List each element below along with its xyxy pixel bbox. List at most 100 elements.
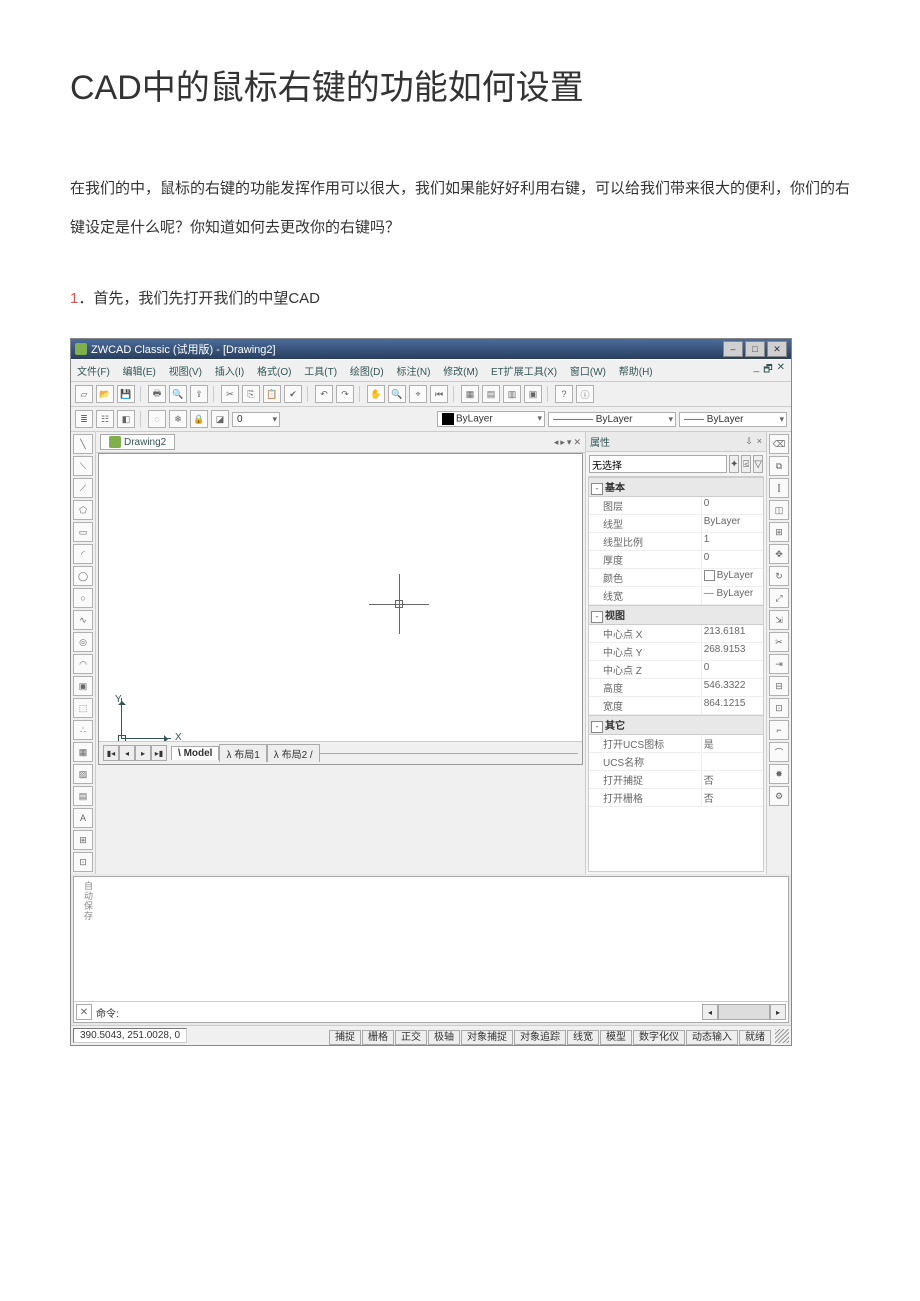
mirror-icon[interactable]: ⫿ <box>769 478 789 498</box>
props-icon[interactable]: ⚙ <box>769 786 789 806</box>
polyline-icon[interactable]: ⟋ <box>73 478 93 498</box>
property-value[interactable]: 0 <box>702 551 763 569</box>
property-value[interactable]: 268.9153 <box>702 643 763 661</box>
property-row[interactable]: 中心点 Z0 <box>589 661 763 679</box>
grid-icon[interactable]: ⊡ <box>73 852 93 872</box>
match-icon[interactable]: ✔ <box>284 385 302 403</box>
explode-icon[interactable]: ✸ <box>769 764 789 784</box>
redo-icon[interactable]: ↷ <box>336 385 354 403</box>
property-row[interactable]: 中心点 X213.6181 <box>589 625 763 643</box>
property-value[interactable]: — ByLayer <box>702 587 763 605</box>
tab-prev-icon[interactable]: ◂ <box>554 437 559 448</box>
menu-dimension[interactable]: 标注(N) <box>397 367 431 378</box>
tab-menu-icon[interactable]: ▾ <box>567 437 572 448</box>
menu-format[interactable]: 格式(O) <box>257 367 291 378</box>
menu-window[interactable]: 窗口(W) <box>570 367 606 378</box>
property-value[interactable] <box>702 753 763 771</box>
paste-icon[interactable]: 📋 <box>263 385 281 403</box>
property-row[interactable]: 中心点 Y268.9153 <box>589 643 763 661</box>
join-icon[interactable]: ⊡ <box>769 698 789 718</box>
menu-view[interactable]: 视图(V) <box>169 367 202 378</box>
publish-icon[interactable]: ⇪ <box>190 385 208 403</box>
status-toggle[interactable]: 对象追踪 <box>514 1030 566 1045</box>
layout-prev-icon[interactable]: ◂ <box>119 745 135 761</box>
command-close-icon[interactable]: ✕ <box>76 1004 92 1020</box>
hatch-icon[interactable]: ▦ <box>73 742 93 762</box>
preview-icon[interactable]: 🔍 <box>169 385 187 403</box>
block-icon[interactable]: ▣ <box>73 676 93 696</box>
tool4-icon[interactable]: ▣ <box>524 385 542 403</box>
status-toggle[interactable]: 栅格 <box>362 1030 394 1045</box>
undo-icon[interactable]: ↶ <box>315 385 333 403</box>
rectangle-icon[interactable]: ▭ <box>73 522 93 542</box>
property-row[interactable]: 线宽— ByLayer <box>589 587 763 605</box>
property-value[interactable]: 0 <box>702 497 763 515</box>
menu-draw[interactable]: 绘图(D) <box>350 367 384 378</box>
titlebar[interactable]: ZWCAD Classic (试用版) - [Drawing2] – □ ✕ <box>71 339 791 359</box>
menu-edit[interactable]: 编辑(E) <box>123 367 156 378</box>
break-icon[interactable]: ⊟ <box>769 676 789 696</box>
status-toggle[interactable]: 极轴 <box>428 1030 460 1045</box>
command-history[interactable]: 自动保存 <box>74 877 788 1001</box>
maximize-button[interactable]: □ <box>745 341 765 357</box>
region-icon[interactable]: ▨ <box>73 764 93 784</box>
status-toggle[interactable]: 正交 <box>395 1030 427 1045</box>
doc-restore-button[interactable]: 🗗 <box>763 362 772 379</box>
layer-manager-icon[interactable]: ≣ <box>75 410 93 428</box>
status-toggle[interactable]: 对象捕捉 <box>461 1030 513 1045</box>
tab-close-icon[interactable]: ✕ <box>573 437 581 448</box>
save-icon[interactable]: 💾 <box>117 385 135 403</box>
status-toggle[interactable]: 线宽 <box>567 1030 599 1045</box>
menu-tools[interactable]: 工具(T) <box>304 367 337 378</box>
property-row[interactable]: 线型比例1 <box>589 533 763 551</box>
tool3-icon[interactable]: ▥ <box>503 385 521 403</box>
print-icon[interactable]: 🖶 <box>148 385 166 403</box>
circle-icon[interactable]: ◯ <box>73 566 93 586</box>
menu-file[interactable]: 文件(F) <box>77 367 110 378</box>
tool2-icon[interactable]: ▤ <box>482 385 500 403</box>
property-row[interactable]: 高度546.3322 <box>589 679 763 697</box>
quick-select-icon[interactable]: ✦ <box>729 455 739 473</box>
property-value[interactable]: 546.3322 <box>702 679 763 697</box>
property-value[interactable]: 864.1215 <box>702 697 763 715</box>
table-icon[interactable]: ▤ <box>73 786 93 806</box>
property-value[interactable]: 1 <box>702 533 763 551</box>
property-value[interactable]: 否 <box>702 789 763 807</box>
rotate-icon[interactable]: ↻ <box>769 566 789 586</box>
ellipse-arc-icon[interactable]: ◠ <box>73 654 93 674</box>
drawing-canvas[interactable]: Y X ▮◂ ◂ ▸ ▸▮ \ Model λ 布局1 λ 布局2 / <box>98 453 583 765</box>
menu-modify[interactable]: 修改(M) <box>443 367 478 378</box>
array-icon[interactable]: ⊞ <box>769 522 789 542</box>
menu-insert[interactable]: 插入(I) <box>215 367 244 378</box>
linetype-select[interactable]: ———— ByLayer <box>548 412 676 427</box>
copy-obj-icon[interactable]: ⧉ <box>769 456 789 476</box>
property-row[interactable]: 图层0 <box>589 497 763 515</box>
color-select[interactable]: ByLayer <box>437 411 545 427</box>
doc-minimize-button[interactable]: _ <box>754 362 760 379</box>
info-icon[interactable]: ⓘ <box>576 385 594 403</box>
point-icon[interactable]: ∴ <box>73 720 93 740</box>
property-row[interactable]: 打开栅格否 <box>589 789 763 807</box>
new-icon[interactable]: ▱ <box>75 385 93 403</box>
text-icon[interactable]: A <box>73 808 93 828</box>
close-button[interactable]: ✕ <box>767 341 787 357</box>
layer-on-icon[interactable]: ◌ <box>148 410 166 428</box>
menu-et-tools[interactable]: ET扩展工具(X) <box>491 367 557 378</box>
status-toggle[interactable]: 模型 <box>600 1030 632 1045</box>
insert-icon[interactable]: ⬚ <box>73 698 93 718</box>
resize-grip-icon[interactable] <box>775 1029 789 1043</box>
lineweight-select[interactable]: —— ByLayer <box>679 412 787 427</box>
scale-icon[interactable]: ⤢ <box>769 588 789 608</box>
layer-freeze-icon[interactable]: ❄ <box>169 410 187 428</box>
scroll-left-icon[interactable]: ◂ <box>702 1004 718 1020</box>
property-row[interactable]: 打开UCS图标是 <box>589 735 763 753</box>
layout-first-icon[interactable]: ▮◂ <box>103 745 119 761</box>
property-row[interactable]: 宽度864.1215 <box>589 697 763 715</box>
xline-icon[interactable]: ⟍ <box>73 456 93 476</box>
erase-icon[interactable]: ⌫ <box>769 434 789 454</box>
zoom-realtime-icon[interactable]: 🔍 <box>388 385 406 403</box>
polygon-icon[interactable]: ⬠ <box>73 500 93 520</box>
layout-last-icon[interactable]: ▸▮ <box>151 745 167 761</box>
drawing-tab[interactable]: Drawing2 <box>100 434 175 450</box>
property-value[interactable]: ByLayer <box>702 515 763 533</box>
